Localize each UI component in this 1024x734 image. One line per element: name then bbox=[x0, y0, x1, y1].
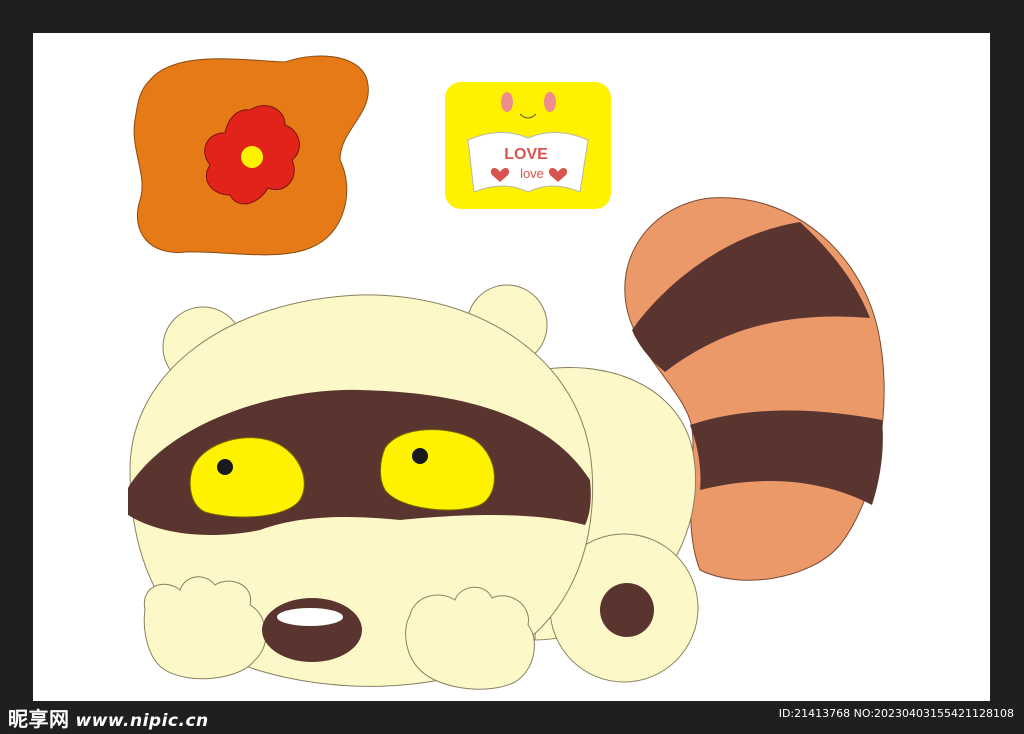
flower-center bbox=[241, 146, 263, 168]
badge-cheek-right bbox=[544, 92, 556, 112]
watermark-site: www.nipic.cn bbox=[75, 711, 209, 731]
flower-sticker bbox=[133, 55, 369, 256]
watermark-brand: 昵享网 www.nipic.cn bbox=[8, 703, 209, 732]
badge-cheek-left bbox=[501, 92, 513, 112]
watermark-id: ID:21413768 NO:20230403155421128108 bbox=[778, 707, 1014, 720]
pupil-left bbox=[217, 459, 233, 475]
badge-title: LOVE bbox=[504, 146, 548, 163]
paw-right bbox=[405, 586, 535, 690]
paw-left bbox=[143, 576, 267, 680]
back-paw-pad bbox=[600, 583, 654, 637]
raccoon-head bbox=[128, 284, 594, 690]
raccoon-illustration: LOVE love bbox=[128, 55, 885, 690]
nose-highlight bbox=[277, 608, 343, 626]
pupil-right bbox=[412, 448, 428, 464]
watermark-brand-name: 昵享网 bbox=[8, 707, 70, 731]
eye-right bbox=[380, 429, 495, 511]
love-badge: LOVE love bbox=[445, 82, 611, 209]
nose bbox=[262, 598, 362, 662]
badge-subtitle: love bbox=[520, 166, 544, 181]
